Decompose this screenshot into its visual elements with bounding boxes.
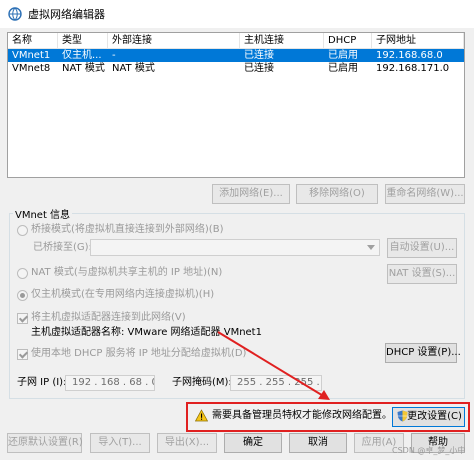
column-header-dhcp[interactable]: DHCP bbox=[324, 33, 372, 48]
column-header-name[interactable]: 名称 bbox=[8, 33, 58, 48]
remove-network-button[interactable]: 移除网络(O) bbox=[296, 184, 378, 204]
nat-settings-button[interactable]: NAT 设置(S)... bbox=[387, 264, 457, 284]
nat-radio[interactable] bbox=[17, 268, 28, 279]
use-dhcp-label: 使用本地 DHCP 服务将 IP 地址分配给虚拟机(D) bbox=[31, 348, 247, 359]
nat-label: NAT 模式(与虚拟机共享主机的 IP 地址)(N) bbox=[31, 267, 223, 278]
annotation-highlight-box bbox=[186, 402, 470, 432]
cell-external: - bbox=[112, 50, 116, 61]
host-only-label: 仅主机模式(在专用网络内连接虚拟机)(H) bbox=[31, 289, 215, 300]
subnet-ip-label: 子网 IP (I): bbox=[17, 377, 67, 388]
column-header-external[interactable]: 外部连接 bbox=[108, 33, 240, 48]
subnet-mask-input[interactable]: 255 . 255 . 255 . 0 bbox=[230, 375, 322, 391]
title-bar: 虚拟网络编辑器 bbox=[0, 0, 474, 28]
cell-host: 已连接 bbox=[244, 63, 274, 74]
network-editor-icon bbox=[8, 7, 22, 21]
vmnet-info-label: VMnet 信息 bbox=[13, 206, 73, 221]
table-row[interactable]: VMnet8 NAT 模式 NAT 模式 已连接 已启用 192.168.171… bbox=[8, 62, 464, 75]
network-list[interactable]: 名称 类型 外部连接 主机连接 DHCP 子网地址 VMnet1 仅主机... … bbox=[7, 32, 465, 178]
bridged-radio[interactable] bbox=[17, 225, 28, 236]
column-header-type[interactable]: 类型 bbox=[58, 33, 108, 48]
bridged-to-label: 已桥接至(G): bbox=[33, 242, 92, 253]
restore-defaults-button[interactable]: 还原默认设置(R) bbox=[7, 433, 83, 453]
adapter-name-text: 主机虚拟适配器名称: VMware 网络适配器 VMnet1 bbox=[31, 327, 262, 338]
subnet-ip-input[interactable]: 192 . 168 . 68 . 0 bbox=[65, 375, 155, 391]
cell-external: NAT 模式 bbox=[112, 63, 155, 74]
chevron-down-icon bbox=[367, 245, 375, 250]
window-title: 虚拟网络编辑器 bbox=[28, 8, 105, 21]
rename-network-button[interactable]: 重命名网络(W)... bbox=[385, 184, 465, 204]
connect-adapter-checkbox[interactable] bbox=[17, 313, 28, 324]
watermark-text: CSDN @卓_梦_小中 bbox=[392, 446, 466, 455]
use-dhcp-checkbox[interactable] bbox=[17, 349, 28, 360]
dhcp-settings-button[interactable]: DHCP 设置(P)... bbox=[385, 343, 461, 363]
subnet-mask-label: 子网掩码(M): bbox=[172, 377, 232, 388]
cell-dhcp: 已启用 bbox=[328, 63, 358, 74]
cell-dhcp: 已启用 bbox=[328, 50, 358, 61]
list-header: 名称 类型 外部连接 主机连接 DHCP 子网地址 bbox=[8, 33, 464, 49]
cell-type: 仅主机... bbox=[62, 50, 102, 61]
column-header-subnet[interactable]: 子网地址 bbox=[372, 33, 464, 48]
column-header-host[interactable]: 主机连接 bbox=[240, 33, 324, 48]
cell-name: VMnet8 bbox=[12, 63, 51, 74]
bridged-label: 桥接模式(将虚拟机直接连接到外部网络)(B) bbox=[31, 224, 224, 235]
cell-subnet: 192.168.68.0 bbox=[376, 50, 443, 61]
connect-adapter-label: 将主机虚拟适配器连接到此网络(V) bbox=[31, 312, 186, 323]
cell-subnet: 192.168.171.0 bbox=[376, 63, 450, 74]
cell-name: VMnet1 bbox=[12, 50, 51, 61]
cancel-button[interactable]: 取消 bbox=[289, 433, 347, 453]
cell-host: 已连接 bbox=[244, 50, 274, 61]
ok-button[interactable]: 确定 bbox=[224, 433, 282, 453]
import-button[interactable]: 导入(T)... bbox=[90, 433, 150, 453]
add-network-button[interactable]: 添加网络(E)... bbox=[212, 184, 290, 204]
cell-type: NAT 模式 bbox=[62, 63, 105, 74]
bridged-to-select[interactable] bbox=[90, 239, 380, 256]
auto-settings-button[interactable]: 自动设置(U)... bbox=[387, 238, 457, 258]
host-only-radio[interactable] bbox=[17, 290, 28, 301]
export-button[interactable]: 导出(X)... bbox=[157, 433, 217, 453]
table-row[interactable]: VMnet1 仅主机... - 已连接 已启用 192.168.68.0 bbox=[8, 49, 464, 62]
